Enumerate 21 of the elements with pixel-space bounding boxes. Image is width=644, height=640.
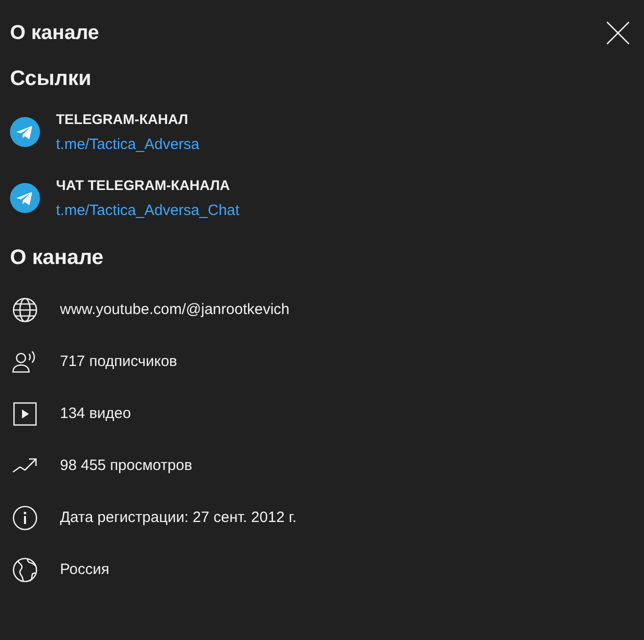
detail-text: 717 подписчиков — [60, 352, 178, 372]
section-heading: Ссылки — [10, 66, 92, 92]
telegram-icon — [10, 117, 40, 148]
audience-icon — [12, 350, 38, 374]
link[interactable]: t.me/Tactica_Adversa — [56, 136, 200, 154]
link-title: ЧАТ TELEGRAM-КАНАЛА — [56, 176, 231, 194]
detail-text: 134 видео — [60, 404, 131, 424]
detail-text: Дата регистрации: 27 сент. 2012 г. — [60, 508, 297, 528]
earth-icon — [12, 557, 38, 584]
detail-text: www.youtube.com/@janrootkevich — [60, 300, 290, 320]
telegram-icon — [10, 183, 40, 214]
link[interactable]: t.me/Tactica_Adversa_Chat — [56, 202, 240, 220]
info-icon — [12, 505, 38, 532]
detail-text: 98 455 просмотров — [60, 456, 192, 476]
close-button[interactable] — [606, 21, 630, 45]
dialog-title: О канале — [10, 21, 100, 45]
globe-icon — [12, 297, 38, 324]
detail-text: Россия — [60, 560, 110, 580]
link-title: TELEGRAM-КАНАЛ — [56, 110, 190, 128]
play-icon — [13, 402, 37, 426]
section-heading: О канале — [10, 245, 104, 270]
